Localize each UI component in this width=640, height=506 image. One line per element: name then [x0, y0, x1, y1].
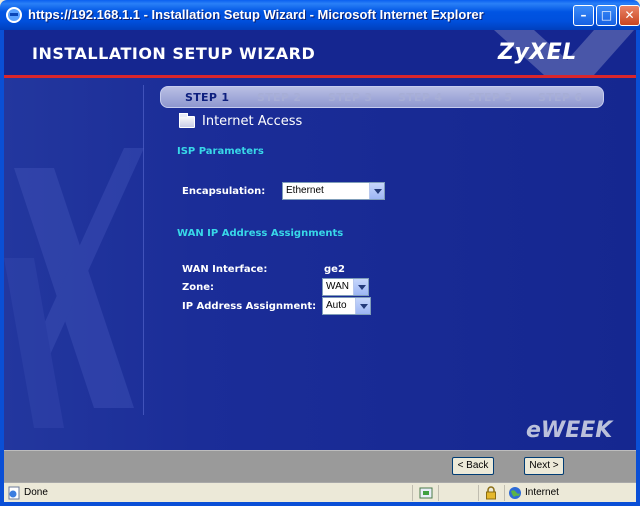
encapsulation-label: Encapsulation: — [182, 186, 266, 197]
window-frame-right — [636, 30, 640, 506]
step-2: STEP 2 — [257, 91, 302, 104]
zone-value: WAN — [326, 281, 349, 292]
chevron-down-icon[interactable] — [355, 298, 370, 314]
chevron-down-icon[interactable] — [353, 279, 368, 295]
next-button[interactable]: Next > — [524, 457, 564, 475]
zone-label: Zone: — [182, 282, 215, 293]
wan-interface-value: ge2 — [324, 264, 345, 275]
step-1: STEP 1 — [185, 91, 230, 104]
vertical-divider — [143, 85, 144, 415]
window-title-bar[interactable]: https://192.168.1.1 - Installation Setup… — [0, 0, 640, 30]
minimize-icon: – — [580, 8, 587, 22]
maximize-button[interactable]: □ — [596, 5, 617, 26]
status-cell-lock — [478, 485, 504, 501]
ip-assignment-select[interactable]: Auto — [322, 297, 371, 315]
page-done-icon — [8, 486, 20, 500]
encapsulation-select[interactable]: Ethernet — [282, 182, 385, 200]
folder-icon — [179, 113, 195, 128]
wan-interface-label: WAN Interface: — [182, 264, 268, 275]
chevron-down-icon[interactable] — [369, 183, 384, 199]
window-frame-bottom — [0, 502, 640, 506]
zone-text: Internet — [525, 487, 559, 498]
wizard-body — [4, 78, 636, 450]
wan-assignments-heading: WAN IP Address Assignments — [177, 228, 344, 239]
eweek-watermark: eWEEK — [526, 418, 613, 443]
minimize-button[interactable]: – — [573, 5, 594, 26]
decorative-x-watermark — [4, 148, 144, 428]
zone-select[interactable]: WAN — [322, 278, 369, 296]
back-button[interactable]: < Back — [452, 457, 494, 475]
status-text: Done — [24, 487, 48, 498]
status-cell-zone: Internet — [504, 485, 636, 501]
page-security-icon — [419, 487, 433, 499]
zyxel-logo: ZyXEL — [498, 40, 577, 65]
status-cell-security — [412, 485, 438, 501]
step-6: STEP 6 — [538, 91, 583, 104]
globe-icon — [509, 487, 521, 499]
internet-explorer-icon — [6, 7, 22, 23]
step-4: STEP 4 — [398, 91, 443, 104]
status-cell-empty — [438, 485, 478, 501]
page-content: INSTALLATION SETUP WIZARD ZyXEL STEP 1 S… — [4, 30, 636, 482]
close-button[interactable]: ✕ — [619, 5, 640, 26]
status-bar: Done Internet — [4, 482, 636, 502]
wizard-header: INSTALLATION SETUP WIZARD ZyXEL — [4, 30, 636, 75]
window-title: https://192.168.1.1 - Installation Setup… — [28, 7, 484, 22]
lock-icon[interactable] — [484, 486, 498, 500]
ip-assignment-value: Auto — [326, 300, 347, 311]
ip-assignment-label: IP Address Assignment: — [182, 301, 317, 312]
maximize-icon: □ — [600, 8, 613, 22]
close-icon: ✕ — [624, 8, 635, 22]
isp-parameters-heading: ISP Parameters — [177, 146, 264, 157]
section-title: Internet Access — [202, 114, 303, 129]
step-5: STEP 5 — [468, 91, 513, 104]
encapsulation-value: Ethernet — [286, 185, 324, 196]
page-title: INSTALLATION SETUP WIZARD — [32, 44, 316, 63]
wizard-steps-bar: STEP 1 STEP 2 STEP 3 STEP 4 STEP 5 STEP … — [160, 86, 604, 108]
wizard-footer: < Back Next > — [4, 450, 636, 482]
step-3: STEP 3 — [328, 91, 373, 104]
